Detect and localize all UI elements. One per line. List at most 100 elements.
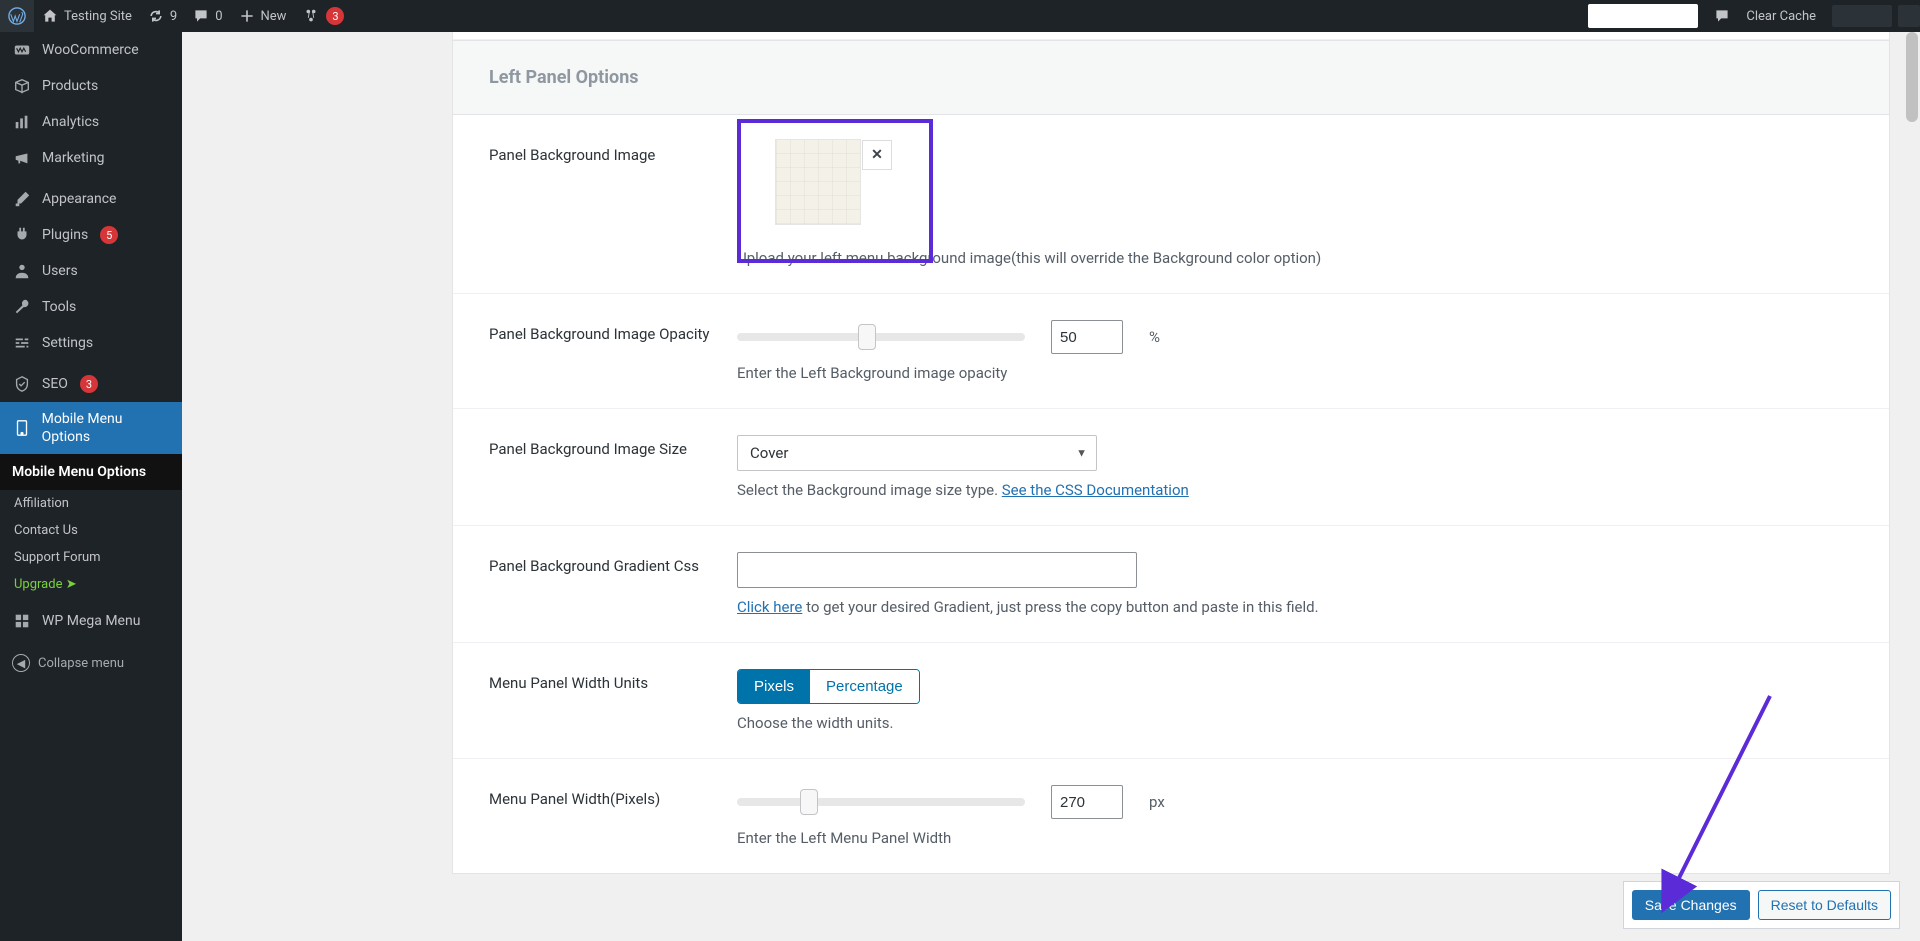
save-button[interactable]: Save Changes [1632,890,1750,920]
wp-logo[interactable] [0,0,34,32]
updates-link[interactable]: 9 [140,0,185,32]
gradient-link[interactable]: Click here [737,598,802,616]
sidebar-item-products[interactable]: Products [0,68,182,104]
clear-cache-link[interactable]: Clear Cache [1738,0,1824,32]
sidebar-item-marketing[interactable]: Marketing [0,140,182,176]
bg-gradient-help-post: to get your desired Gradient, just press… [802,598,1318,616]
comment-icon [193,8,209,24]
bg-size-select[interactable]: Cover ▼ [737,435,1097,471]
seo-icon [12,374,32,394]
bg-gradient-input[interactable] [737,552,1137,588]
sidebar-item-tools[interactable]: Tools [0,289,182,325]
sidebar-item-label: Tools [42,298,76,316]
seo-link[interactable]: 3 [294,0,352,32]
sidebar-item-mobile-menu-options[interactable]: Mobile Menu Options [0,402,182,454]
sidebar-item-label: Appearance [42,190,116,208]
width-units-pixels-button[interactable]: Pixels [738,670,810,703]
width-px-help: Enter the Left Menu Panel Width [737,829,1853,847]
wrench-icon [12,297,32,317]
section-heading-left-panel: Left Panel Options [453,40,1889,115]
seo-traffic-icon [302,7,320,25]
slider-handle[interactable] [800,789,818,815]
new-content-link[interactable]: New [231,0,295,32]
field-row-bg-image: Panel Background Image ✕ Upload your lef… [453,115,1889,294]
close-icon: ✕ [871,147,883,163]
submenu-heading[interactable]: Mobile Menu Options [0,454,182,490]
home-icon [42,8,58,24]
sidebar-item-label: SEO [42,375,68,393]
plugins-badge: 5 [100,226,118,244]
field-row-width-units: Menu Panel Width Units Pixels Percentage… [453,643,1889,759]
bg-image-thumbnail[interactable]: ✕ [775,139,861,225]
admin-bar: Testing Site 9 0 New 3 Clear Cache [0,0,1920,32]
width-px-unit: px [1149,793,1165,811]
adminbar-input-box[interactable] [1588,4,1698,28]
submenu-item-upgrade[interactable]: Upgrade ➤ [0,571,182,598]
sidebar-item-label: Settings [42,334,93,352]
sidebar-item-wp-mega-menu[interactable]: WP Mega Menu [0,603,182,639]
submenu-item-affiliation[interactable]: Affiliation [0,490,182,517]
sidebar-item-appearance[interactable]: Appearance [0,181,182,217]
seo-badge: 3 [80,375,98,393]
width-units-button-group: Pixels Percentage [737,669,920,704]
page-scrollbar[interactable] [1904,32,1920,941]
width-px-slider[interactable] [737,798,1025,806]
woo-icon [12,40,32,60]
sidebar-item-label: Plugins [42,226,88,244]
field-row-left-icon-margin-remnant: Enter the Left Icon Left Margin [453,32,1889,40]
settings-footer-bar: Save Changes Reset to Defaults [1623,881,1900,929]
scrollbar-thumb[interactable] [1906,32,1918,122]
sidebar-item-woocommerce[interactable]: WooCommerce [0,32,182,68]
submenu-item-contact[interactable]: Contact Us [0,517,182,544]
settings-panel: Enter the Left Icon Left Margin Left Pan… [452,32,1890,874]
bg-opacity-input[interactable] [1051,320,1123,354]
sidebar-item-users[interactable]: Users [0,253,182,289]
width-px-input[interactable] [1051,785,1123,819]
sidebar-item-plugins[interactable]: Plugins 5 [0,217,182,253]
site-name: Testing Site [64,9,132,24]
sliders-icon [12,333,32,353]
field-row-bg-size: Panel Background Image Size Cover ▼ Sele… [453,409,1889,526]
adminbar-user-box[interactable] [1832,5,1892,27]
sidebar-item-seo[interactable]: SEO 3 [0,366,182,402]
width-units-percentage-button[interactable]: Percentage [810,670,919,703]
new-label: New [261,9,287,24]
box-icon [12,76,32,96]
bg-opacity-help: Enter the Left Background image opacity [737,364,1853,382]
site-name-link[interactable]: Testing Site [34,0,140,32]
reset-button[interactable]: Reset to Defaults [1758,890,1891,920]
sidebar-item-label: Analytics [42,113,99,131]
css-doc-link[interactable]: See the CSS Documentation [1002,481,1189,499]
submenu-item-support[interactable]: Support Forum [0,544,182,571]
bg-opacity-unit: % [1149,328,1160,346]
adminbar-avatar[interactable] [1898,5,1920,27]
collapse-label: Collapse menu [38,656,124,671]
field-label-width-units: Menu Panel Width Units [489,669,737,732]
mobile-icon [12,418,32,438]
field-label-width-px: Menu Panel Width(Pixels) [489,785,737,847]
sidebar-item-label: Users [42,262,78,280]
comments-link[interactable]: 0 [185,0,230,32]
sidebar-item-label: Marketing [42,149,105,167]
bg-opacity-slider[interactable] [737,333,1025,341]
collapse-icon: ◀ [12,654,30,672]
refresh-icon [148,8,164,24]
sidebar-item-settings[interactable]: Settings [0,325,182,361]
bg-size-help: Select the Background image size type. S… [737,481,1853,499]
sidebar-item-label: Products [42,77,98,95]
field-label-bg-image: Panel Background Image [489,141,737,267]
field-row-bg-gradient: Panel Background Gradient Css Click here… [453,526,1889,643]
sidebar-item-label: WooCommerce [42,41,139,59]
width-units-help: Choose the width units. [737,714,1853,732]
adminbar-chat-icon[interactable] [1706,0,1738,32]
chat-icon [1714,8,1730,24]
field-label-bg-gradient: Panel Background Gradient Css [489,552,737,616]
sidebar-item-analytics[interactable]: Analytics [0,104,182,140]
collapse-menu[interactable]: ◀ Collapse menu [0,644,182,682]
wordpress-icon [8,7,26,25]
slider-handle[interactable] [858,324,876,350]
bg-gradient-help: Click here to get your desired Gradient,… [737,598,1853,616]
bg-image-remove-button[interactable]: ✕ [862,140,892,170]
clear-cache-label: Clear Cache [1746,9,1816,24]
seo-badge: 3 [326,7,344,25]
